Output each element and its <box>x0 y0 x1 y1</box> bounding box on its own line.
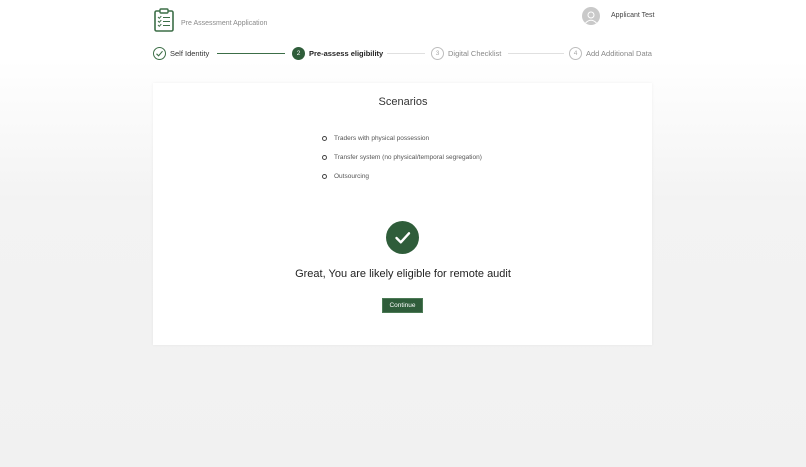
user-icon <box>585 11 597 24</box>
scenario-text: Traders with physical possession <box>334 135 430 142</box>
bullet-icon <box>322 174 327 179</box>
app-title: Pre Assessment Application <box>181 20 268 27</box>
list-item: Transfer system (no physical/temporal se… <box>322 148 482 167</box>
step-number: 2 <box>292 46 305 60</box>
step-pre-assess-eligibility[interactable]: 2 Pre-assess eligibility <box>292 45 383 61</box>
user-name[interactable]: Applicant Test <box>611 12 654 19</box>
list-item: Traders with physical possession <box>322 129 482 148</box>
step-number: 3 <box>431 46 444 60</box>
app-header: Pre Assessment Application Applicant Tes… <box>0 0 806 40</box>
scenarios-title: Scenarios <box>378 96 428 108</box>
step-connector <box>508 53 564 54</box>
step-label: Self Identity <box>170 48 210 58</box>
continue-button[interactable]: Continue <box>382 298 423 313</box>
scenario-text: Transfer system (no physical/temporal se… <box>334 154 482 161</box>
step-label: Add Additional Data <box>586 48 652 58</box>
bullet-icon <box>322 136 327 141</box>
step-self-identity[interactable]: Self Identity <box>153 45 209 61</box>
step-connector <box>217 53 285 54</box>
eligibility-message: Great, You are likely eligible for remot… <box>295 268 511 280</box>
scenario-list: Traders with physical possession Transfe… <box>322 129 482 186</box>
step-label: Pre-assess eligibility <box>309 48 384 58</box>
progress-stepper: Self Identity 2 Pre-assess eligibility 3… <box>0 45 806 63</box>
check-circle-icon <box>386 221 419 254</box>
step-number: 4 <box>569 46 582 60</box>
step-connector <box>387 53 425 54</box>
step-add-additional-data[interactable]: 4 Add Additional Data <box>569 45 652 61</box>
list-item: Outsourcing <box>322 167 482 186</box>
check-icon <box>153 46 166 60</box>
step-label: Digital Checklist <box>448 48 502 58</box>
user-avatar[interactable] <box>582 7 600 25</box>
scenario-text: Outsourcing <box>334 173 370 180</box>
clipboard-icon <box>154 8 174 32</box>
bullet-icon <box>322 155 327 160</box>
step-digital-checklist[interactable]: 3 Digital Checklist <box>431 45 501 61</box>
